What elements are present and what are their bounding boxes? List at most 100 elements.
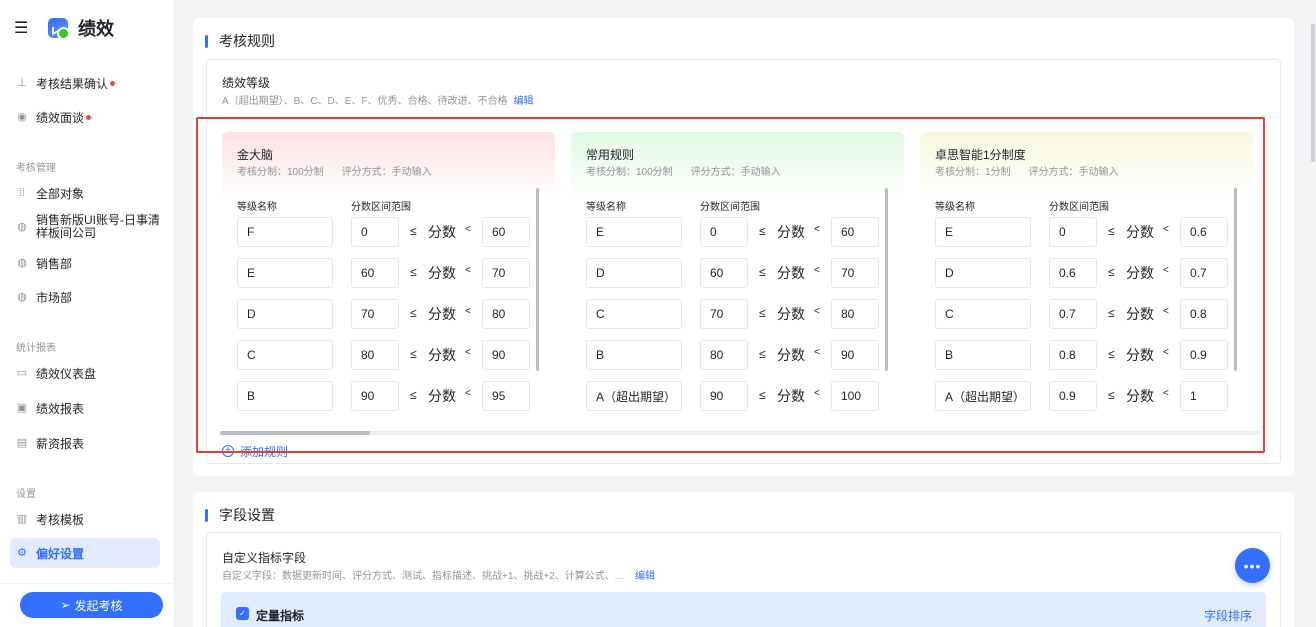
sidebar-item-sales-ui-company[interactable]: ◍ 销售新版UI账号-日事清样板间公司	[10, 210, 160, 244]
rule-score-system: 考核分制：100分制	[586, 167, 673, 178]
sidebar-item-result-confirm[interactable]: ⊥ 考核结果确认	[10, 68, 160, 98]
sidebar-item-marketing-dept[interactable]: ◍ 市场部	[10, 282, 160, 312]
horizontal-scrollbar-track[interactable]	[220, 431, 1260, 435]
rule-name: 金大脑	[237, 148, 274, 162]
sidebar-item-salary-report[interactable]: ▤ 薪资报表	[10, 428, 160, 458]
grade-name-input[interactable]: A（超出期望）	[935, 381, 1031, 411]
sidebar-item-dashboard[interactable]: ▭ 绩效仪表盘	[10, 358, 160, 388]
grade-name-input[interactable]: D	[935, 258, 1031, 288]
range-max-input[interactable]: 80	[831, 299, 879, 329]
more-actions-button[interactable]: •••	[1235, 548, 1270, 583]
grade-name-input[interactable]: B	[586, 340, 682, 370]
divider	[0, 583, 175, 584]
less-than-symbol: <	[1163, 347, 1169, 358]
range-min-input[interactable]: 0	[700, 217, 748, 247]
grid-dots-icon: ⁞⁞	[18, 187, 26, 199]
section-title-text: 考核规则	[219, 33, 275, 49]
range-max-input[interactable]: 0.6	[1180, 217, 1228, 247]
range-min-input[interactable]: 80	[700, 340, 748, 370]
sidebar-item-sales-dept[interactable]: ◍ 销售部	[10, 248, 160, 278]
range-min-input[interactable]: 0	[1049, 217, 1097, 247]
wallet-icon: ▤	[16, 437, 28, 449]
range-min-input[interactable]: 90	[700, 381, 748, 411]
range-min-input[interactable]: 80	[351, 340, 399, 370]
sidebar-item-preferences[interactable]: ⚙ 偏好设置	[10, 538, 160, 568]
range-max-input[interactable]: 95	[482, 381, 530, 411]
stamp-icon: ⊥	[17, 77, 27, 89]
less-equal-symbol: ≤	[1108, 265, 1115, 279]
less-equal-symbol: ≤	[759, 265, 766, 279]
score-label: 分数	[428, 388, 456, 404]
range-min-input[interactable]: 70	[351, 299, 399, 329]
range-min-input[interactable]: 0.8	[1049, 340, 1097, 370]
custom-fields-description: 自定义字段：数据更新时间、评分方式、测试、指标描述、挑战+1、挑战+2、计算公式…	[222, 567, 655, 582]
grade-row: C 0.7 ≤ 分数 <0.8	[920, 299, 1253, 329]
range-min-input[interactable]: 0	[351, 217, 399, 247]
sidebar-item-label: 绩效报表	[36, 401, 85, 416]
chat-bubble-icon: ◉	[17, 111, 27, 123]
brand: ☰ 绩效	[14, 14, 114, 42]
grade-name-input[interactable]: E	[586, 217, 682, 247]
notification-dot	[110, 80, 116, 86]
grade-row: E 60 ≤ 分数 <70	[222, 258, 555, 288]
vertical-scrollbar-thumb[interactable]	[536, 188, 539, 371]
sidebar-item-label: 偏好设置	[36, 546, 85, 561]
metric-title: 定量指标	[256, 609, 305, 623]
grade-name-input[interactable]: D	[237, 299, 333, 329]
sidebar-item-label: 薪资报表	[36, 436, 85, 451]
grade-name-input[interactable]: C	[237, 340, 333, 370]
range-max-input[interactable]: 90	[482, 340, 530, 370]
grade-name-input[interactable]: A（超出期望）	[586, 381, 682, 411]
range-min-input[interactable]: 60	[700, 258, 748, 288]
field-sort-link[interactable]: 字段排序	[1204, 607, 1252, 624]
grade-name-input[interactable]: E	[935, 217, 1031, 247]
grade-name-input[interactable]: B	[237, 381, 333, 411]
edit-custom-fields-link[interactable]: 编辑	[635, 571, 655, 582]
add-rule-button[interactable]: + 添加规则	[222, 444, 288, 458]
range-min-input[interactable]: 70	[700, 299, 748, 329]
vertical-scrollbar-thumb[interactable]	[885, 188, 888, 371]
rule-card: 金大脑 考核分制：100分制 评分方式：手动输入 等级名称 分数区间范围 F 0 ≤ 分数 <60…	[222, 132, 555, 418]
vertical-scrollbar-thumb[interactable]	[1234, 188, 1237, 371]
edit-grades-link[interactable]: 编辑	[514, 96, 534, 107]
range-max-input[interactable]: 0.7	[1180, 258, 1228, 288]
range-min-input[interactable]: 60	[351, 258, 399, 288]
range-min-input[interactable]: 0.9	[1049, 381, 1097, 411]
checkbox-checked-icon[interactable]: ✓	[236, 607, 249, 620]
add-rule-label: 添加规则	[240, 444, 289, 459]
score-label: 分数	[1126, 388, 1154, 404]
grade-name-input[interactable]: C	[935, 299, 1031, 329]
range-max-input[interactable]: 1	[1180, 381, 1228, 411]
grade-row: F 0 ≤ 分数 <60	[222, 217, 555, 247]
range-max-input[interactable]: 70	[831, 258, 879, 288]
sidebar-item-report[interactable]: ▣ 绩效报表	[10, 393, 160, 423]
sidebar-item-all-objects[interactable]: ⁞⁞ 全部对象	[10, 178, 160, 208]
page-scrollbar-thumb[interactable]	[1311, 24, 1315, 162]
range-max-input[interactable]: 60	[831, 217, 879, 247]
sidebar-item-template[interactable]: ▥ 考核模板	[10, 504, 160, 534]
range-min-input[interactable]: 90	[351, 381, 399, 411]
range-max-input[interactable]: 80	[482, 299, 530, 329]
rule-scoring-method: 评分方式：手动输入	[1028, 167, 1119, 178]
range-max-input[interactable]: 100	[831, 381, 879, 411]
section-title-assessment-rules: 考核规则	[205, 31, 275, 51]
sidebar-item-interview[interactable]: ◉ 绩效面谈	[10, 102, 160, 132]
range-max-input[interactable]: 90	[831, 340, 879, 370]
range-min-input[interactable]: 0.6	[1049, 258, 1097, 288]
grade-name-input[interactable]: B	[935, 340, 1031, 370]
range-max-input[interactable]: 0.9	[1180, 340, 1228, 370]
range-max-input[interactable]: 0.8	[1180, 299, 1228, 329]
launch-assessment-button[interactable]: ➢ 发起考核	[20, 592, 163, 618]
grade-name-input[interactable]: D	[586, 258, 682, 288]
range-max-input[interactable]: 70	[482, 258, 530, 288]
range-min-input[interactable]: 0.7	[1049, 299, 1097, 329]
rule-meta: 考核分制：100分制 评分方式：手动输入	[586, 163, 781, 178]
grade-row: A（超出期望） 90 ≤ 分数 <100	[571, 381, 904, 411]
horizontal-scrollbar-thumb[interactable]	[220, 431, 370, 435]
grade-name-input[interactable]: E	[237, 258, 333, 288]
score-label: 分数	[777, 347, 805, 363]
grade-name-input[interactable]: F	[237, 217, 333, 247]
grade-name-input[interactable]: C	[586, 299, 682, 329]
range-max-input[interactable]: 60	[482, 217, 530, 247]
hamburger-menu-icon[interactable]: ☰	[14, 18, 34, 38]
